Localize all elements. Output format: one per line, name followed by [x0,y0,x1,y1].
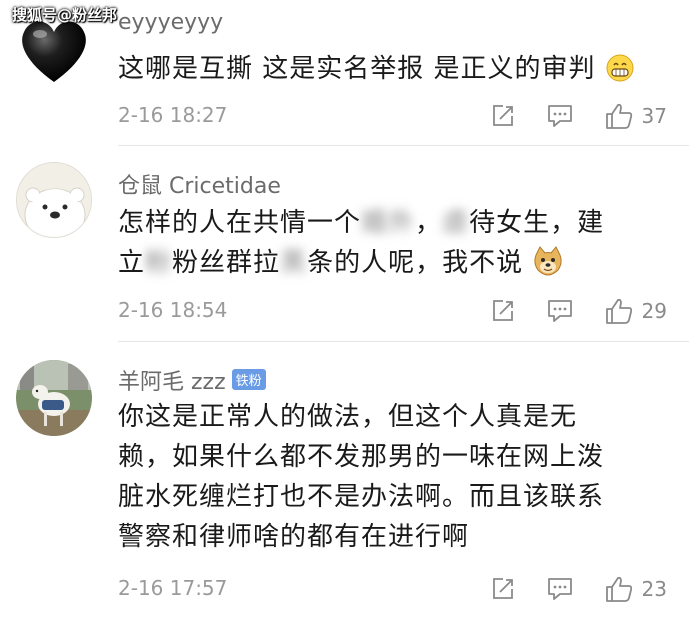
comment-line: 立粉粉丝群拉黑条的人呢，我不说 [118,243,658,289]
comment-icon [547,578,572,600]
comment-item: 羊阿毛 zzz 铁粉 你这是正常人的做法，但这个人真是无 赖，如果什么都不发那男的… [0,342,689,619]
avatar[interactable] [16,360,92,436]
avatar[interactable] [16,162,92,238]
comment-line: 你这是正常人的做法，但这个人真是无 [118,402,578,432]
share-button[interactable] [490,298,516,324]
blurred-text: 粉 [145,248,173,278]
like-button[interactable]: 23 [604,575,667,603]
reply-button[interactable] [546,103,574,129]
comment-text: 你这是正常人的做法，但这个人真是无 赖，如果什么都不发那男的一味在网上泼 脏水死… [118,397,658,557]
like-count: 37 [641,104,667,128]
comment-item: 仓鼠 Cricetidae 怎样的人在共情一个婚外，虐待女生，建 立粉粉丝群拉黑… [0,146,689,342]
like-count: 23 [641,577,667,601]
text-segment: 粉丝群拉 [172,248,281,278]
reply-button[interactable] [546,576,574,602]
polar-bear-avatar [17,163,91,237]
text-segment: 立 [118,248,146,278]
timestamp: 2-16 17:57 [118,576,228,600]
username[interactable]: eyyyeyyy [118,10,223,35]
comment-icon [547,300,572,322]
share-icon [492,300,513,321]
action-bar: 29 [460,294,667,328]
username[interactable]: 仓鼠 Cricetidae [118,168,281,200]
like-button[interactable]: 29 [604,297,667,325]
share-icon [492,578,513,599]
text-segment: 条的人呢，我不说 [307,248,524,278]
username-text: 羊阿毛 zzz [118,370,226,395]
comment-icon [547,105,572,127]
blurred-text: 婚外 [361,208,416,238]
blurred-text: 虐 [442,208,470,238]
thumbs-up-icon [605,103,632,129]
text-segment: 怎样的人在共情一个 [118,208,362,238]
reply-button[interactable] [546,298,574,324]
fan-badge: 铁粉 [231,369,266,390]
comment-meta: 2-16 18:27 37 [118,99,689,133]
lamb-photo-avatar [16,360,92,436]
comment-text: 这哪是互撕 这是实名举报 是正义的审判 [118,49,658,95]
text-segment: ， [415,208,443,238]
comment-text: 怎样的人在共情一个婚外，虐待女生，建 立粉粉丝群拉黑条的人呢，我不说 [118,203,658,289]
share-icon [492,105,513,126]
like-button[interactable]: 37 [604,102,667,130]
comment-line: 怎样的人在共情一个婚外，虐待女生，建 [118,203,658,243]
timestamp: 2-16 18:27 [118,103,228,127]
username[interactable]: 羊阿毛 zzz 铁粉 [118,364,266,396]
like-count: 29 [641,299,667,323]
share-button[interactable] [490,576,516,602]
action-bar: 23 [460,572,667,606]
thumbs-up-icon [605,298,632,324]
blurred-text: 黑 [280,248,308,278]
comment-line: 这哪是互撕 这是实名举报 是正义的审判 [118,54,596,84]
comment-meta: 2-16 18:54 29 [118,294,689,328]
grinning-face-icon [605,53,635,95]
comment-line: 警察和律师啥的都有在进行啊 [118,522,470,552]
thumbs-up-icon [605,576,632,602]
share-button[interactable] [490,103,516,129]
comment-line: 赖，如果什么都不发那男的一味在网上泼 [118,442,605,472]
comment-line: 脏水死缠烂打也不是办法啊。而且该联系 [118,482,605,512]
text-segment: 待女生，建 [469,208,605,238]
action-bar: 37 [460,99,667,133]
timestamp: 2-16 18:54 [118,298,228,322]
comment-meta: 2-16 17:57 23 [118,572,689,606]
doge-face-icon [532,245,564,289]
watermark: 搜狐号@粉丝邦 [12,6,118,24]
